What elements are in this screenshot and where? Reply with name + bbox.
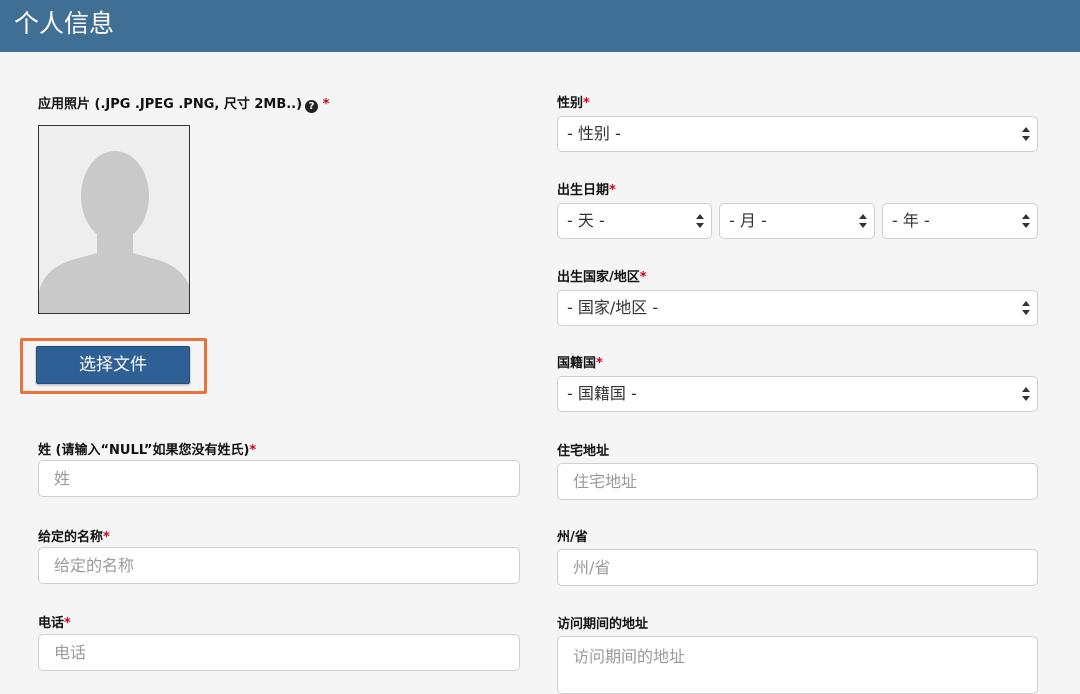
required-mark: * bbox=[322, 97, 330, 112]
given-name-input[interactable]: 给定的名称 bbox=[38, 547, 520, 584]
birth-country-value: - 国家/地区 - bbox=[567, 298, 659, 317]
birth-day-select[interactable]: - 天 - bbox=[557, 203, 712, 239]
home-address-input[interactable]: 住宅地址 bbox=[557, 463, 1038, 500]
help-icon[interactable]: ? bbox=[305, 100, 319, 113]
birth-year-value: - 年 - bbox=[892, 211, 930, 230]
photo-label-row: 应用照片 (.JPG .JPEG .PNG, 尺寸 2MB..)? * bbox=[38, 97, 329, 113]
required-mark: * bbox=[64, 616, 71, 631]
phone-label-row: 电话* bbox=[38, 616, 71, 632]
select-arrows-icon bbox=[696, 214, 704, 228]
birth-country-label-row: 出生国家/地区* bbox=[557, 270, 647, 286]
photo-placeholder bbox=[38, 125, 190, 314]
required-mark: * bbox=[639, 270, 647, 285]
surname-label: 姓 (请输入“NULL”如果您没有姓氏) bbox=[38, 443, 250, 458]
visit-address-label: 访问期间的地址 bbox=[557, 617, 649, 632]
required-mark: * bbox=[583, 96, 590, 111]
birth-date-label-row: 出生日期* bbox=[557, 183, 616, 199]
given-name-label: 给定的名称 bbox=[38, 530, 104, 545]
select-arrows-icon bbox=[859, 214, 867, 228]
birth-date-label: 出生日期 bbox=[557, 183, 610, 198]
nationality-label-row: 国籍国* bbox=[557, 356, 603, 372]
home-address-label: 住宅地址 bbox=[557, 444, 610, 459]
avatar-silhouette-icon bbox=[39, 126, 189, 313]
select-arrows-icon bbox=[1022, 301, 1030, 315]
choose-file-button[interactable]: 选择文件 bbox=[36, 346, 190, 384]
birth-day-value: - 天 - bbox=[567, 211, 605, 230]
birth-month-select[interactable]: - 月 - bbox=[719, 203, 875, 239]
phone-label: 电话 bbox=[38, 616, 65, 631]
gender-label-row: 性别* bbox=[557, 96, 590, 112]
required-mark: * bbox=[249, 443, 257, 458]
select-arrows-icon bbox=[1022, 214, 1030, 228]
visit-address-textarea[interactable]: 访问期间的地址 bbox=[557, 636, 1038, 694]
gender-select[interactable]: - 性别 - bbox=[557, 116, 1038, 152]
page-title: 个人信息 bbox=[14, 9, 115, 38]
state-input[interactable]: 州/省 bbox=[557, 549, 1038, 586]
nationality-label: 国籍国 bbox=[557, 356, 597, 371]
required-mark: * bbox=[596, 356, 603, 371]
given-name-label-row: 给定的名称* bbox=[38, 530, 110, 546]
gender-select-value: - 性别 - bbox=[567, 124, 621, 143]
surname-input[interactable]: 姓 bbox=[38, 460, 520, 497]
surname-label-row: 姓 (请输入“NULL”如果您没有姓氏)* bbox=[38, 443, 256, 459]
nationality-select[interactable]: - 国籍国 - bbox=[557, 376, 1038, 412]
gender-label: 性别 bbox=[557, 96, 584, 111]
required-mark: * bbox=[103, 530, 110, 545]
nationality-value: - 国籍国 - bbox=[567, 384, 637, 403]
select-arrows-icon bbox=[1022, 387, 1030, 401]
birth-month-value: - 月 - bbox=[729, 211, 767, 230]
birth-year-select[interactable]: - 年 - bbox=[882, 203, 1038, 239]
photo-label: 应用照片 (.JPG .JPEG .PNG, 尺寸 2MB..) bbox=[38, 97, 303, 112]
birth-country-label: 出生国家/地区 bbox=[557, 270, 640, 285]
birth-country-select[interactable]: - 国家/地区 - bbox=[557, 290, 1038, 326]
phone-input[interactable]: 电话 bbox=[38, 634, 520, 671]
state-label: 州/省 bbox=[557, 530, 588, 545]
page-header: 个人信息 bbox=[0, 0, 1080, 52]
select-arrows-icon bbox=[1022, 127, 1030, 141]
required-mark: * bbox=[609, 183, 616, 198]
